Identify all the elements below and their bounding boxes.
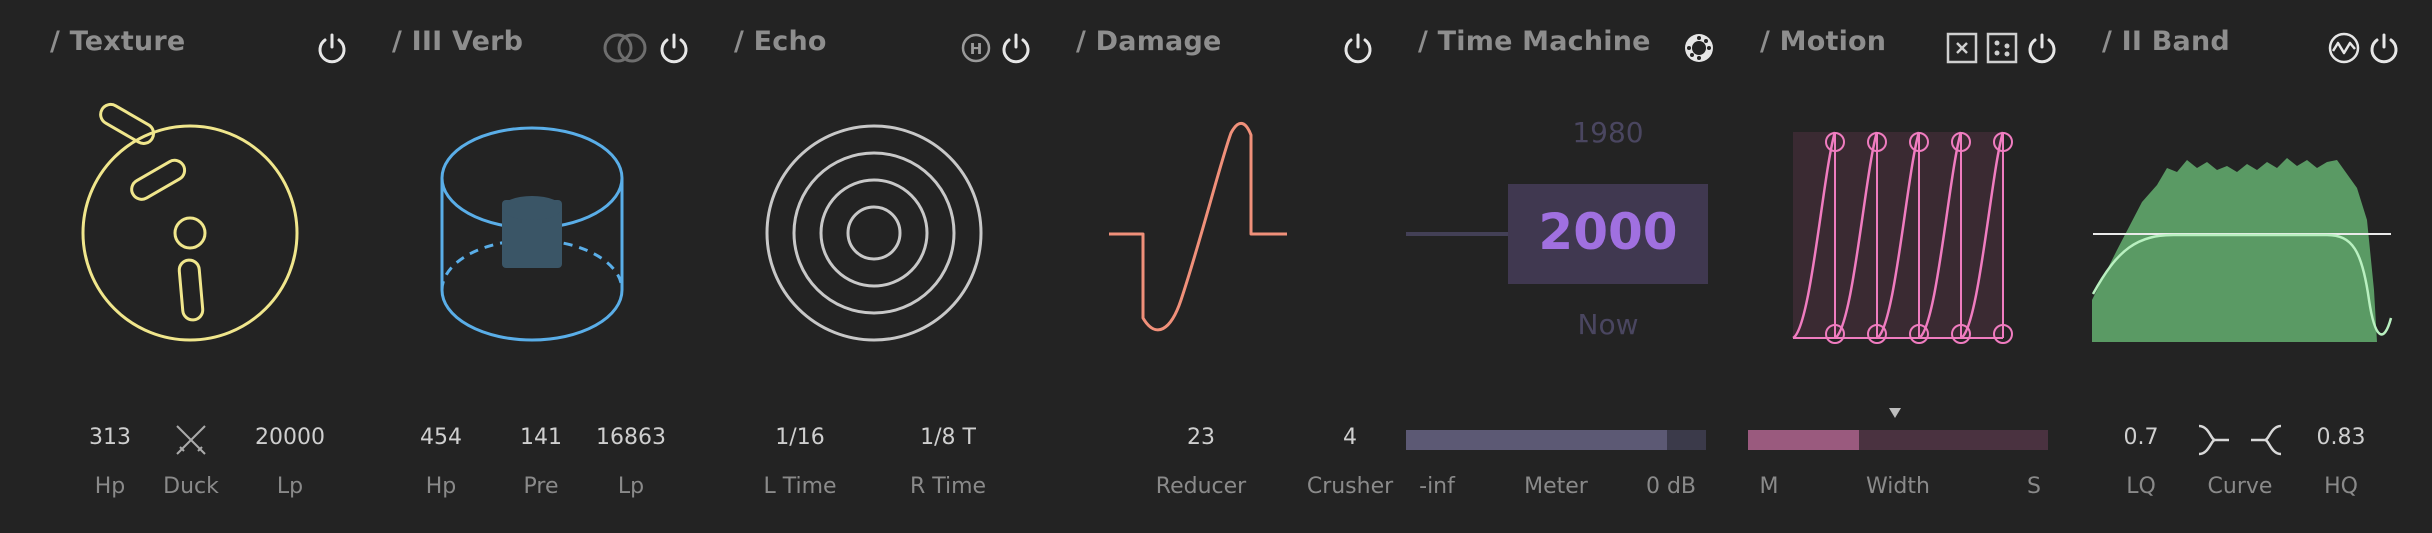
lp-value[interactable]: 20000: [230, 425, 350, 450]
texture-visual[interactable]: [35, 100, 375, 400]
hp-value[interactable]: 313: [50, 425, 170, 450]
width-fill: [1748, 430, 1859, 450]
width-min-label: M: [1759, 474, 1779, 499]
damage-title: / Damage: [1076, 26, 1222, 57]
h-mode-icon[interactable]: H: [959, 31, 993, 65]
duck-swords-icon[interactable]: [171, 420, 211, 460]
crusher-value[interactable]: 4: [1290, 425, 1410, 450]
lp-value[interactable]: 16863: [571, 425, 691, 450]
time-machine-header-icons: [1681, 30, 1717, 66]
dial-icon[interactable]: [1681, 30, 1717, 66]
meter-fill: [1406, 430, 1667, 450]
power-icon[interactable]: [2367, 31, 2401, 65]
motion-area: [1793, 132, 2003, 338]
lp-label: Lp: [617, 474, 645, 499]
width-max-label: S: [2027, 474, 2041, 499]
width-slider[interactable]: [1748, 430, 2048, 450]
time-machine-visual[interactable]: 1980 2000 Now: [1403, 100, 1743, 400]
band-visual[interactable]: [2087, 100, 2427, 400]
lq-value[interactable]: 0.7: [2081, 425, 2201, 450]
power-icon[interactable]: [2025, 31, 2059, 65]
power-icon[interactable]: [999, 31, 1033, 65]
band-title: / II Band: [2102, 26, 2230, 57]
curve-shape-icons[interactable]: [2195, 420, 2285, 460]
texture-panel: / Texture 313 20000 Hp Duck Lp: [35, 0, 375, 533]
output-meter: [1406, 430, 1706, 450]
texture-title: / Texture: [50, 26, 186, 57]
power-icon[interactable]: [657, 31, 691, 65]
time-machine-panel: / Time Machine 1980 2000 Now -inf Meter …: [1403, 0, 1743, 533]
verb-visual[interactable]: [377, 100, 717, 400]
year-future[interactable]: Now: [1543, 308, 1673, 341]
echo-header-icons: H: [959, 30, 1033, 66]
year-past[interactable]: 1980: [1543, 116, 1673, 149]
r-time-value[interactable]: 1/8 T: [888, 425, 1008, 450]
stereo-rings-icon[interactable]: [601, 31, 651, 65]
meter-min-label: -inf: [1419, 474, 1455, 499]
band-header-icons: [2327, 30, 2401, 66]
hq-value[interactable]: 0.83: [2281, 425, 2401, 450]
time-machine-title: / Time Machine: [1418, 26, 1651, 57]
damage-header-icons: [1341, 30, 1375, 66]
echo-title: / Echo: [734, 26, 827, 57]
plugin-rack: / Texture 313 20000 Hp Duck Lp / III Ver…: [0, 0, 2432, 533]
band-panel: / II Band 0.7 0.83 LQ Curve HQ: [2087, 0, 2427, 533]
waveform-icon[interactable]: [2327, 31, 2361, 65]
motion-header-icons: [1945, 30, 2059, 66]
reducer-value[interactable]: 23: [1141, 425, 1261, 450]
lp-label: Lp: [276, 474, 304, 499]
echo-visual[interactable]: [719, 100, 1059, 400]
reducer-label: Reducer: [1155, 474, 1247, 499]
motion-title: / Motion: [1760, 26, 1887, 57]
width-marker-icon[interactable]: [1885, 405, 1905, 421]
svg-text:H: H: [970, 40, 983, 58]
verb-panel: / III Verb 454 141 16863 Hp Pre Lp: [377, 0, 717, 533]
close-box-icon[interactable]: [1945, 31, 1979, 65]
motion-visual[interactable]: [1745, 100, 2085, 400]
meter-label: Meter: [1524, 474, 1588, 499]
verb-title: / III Verb: [392, 26, 524, 57]
power-icon[interactable]: [1341, 31, 1375, 65]
year-current[interactable]: 2000: [1508, 203, 1708, 261]
verb-header-icons: [601, 30, 691, 66]
damage-visual[interactable]: [1061, 100, 1401, 400]
hq-label: HQ: [2324, 474, 2358, 499]
echo-panel: / Echo H 1/16 1/8 T L Time R Time: [719, 0, 1059, 533]
l-time-label: L Time: [763, 474, 837, 499]
damage-panel: / Damage 23 4 Reducer Crusher: [1061, 0, 1401, 533]
power-icon[interactable]: [315, 31, 349, 65]
texture-header-icons: [315, 30, 349, 66]
dots-box-icon[interactable]: [1985, 31, 2019, 65]
width-label: Width: [1866, 474, 1930, 499]
l-time-value[interactable]: 1/16: [740, 425, 860, 450]
r-time-label: R Time: [909, 474, 987, 499]
motion-panel: / Motion M Width S: [1745, 0, 2085, 533]
